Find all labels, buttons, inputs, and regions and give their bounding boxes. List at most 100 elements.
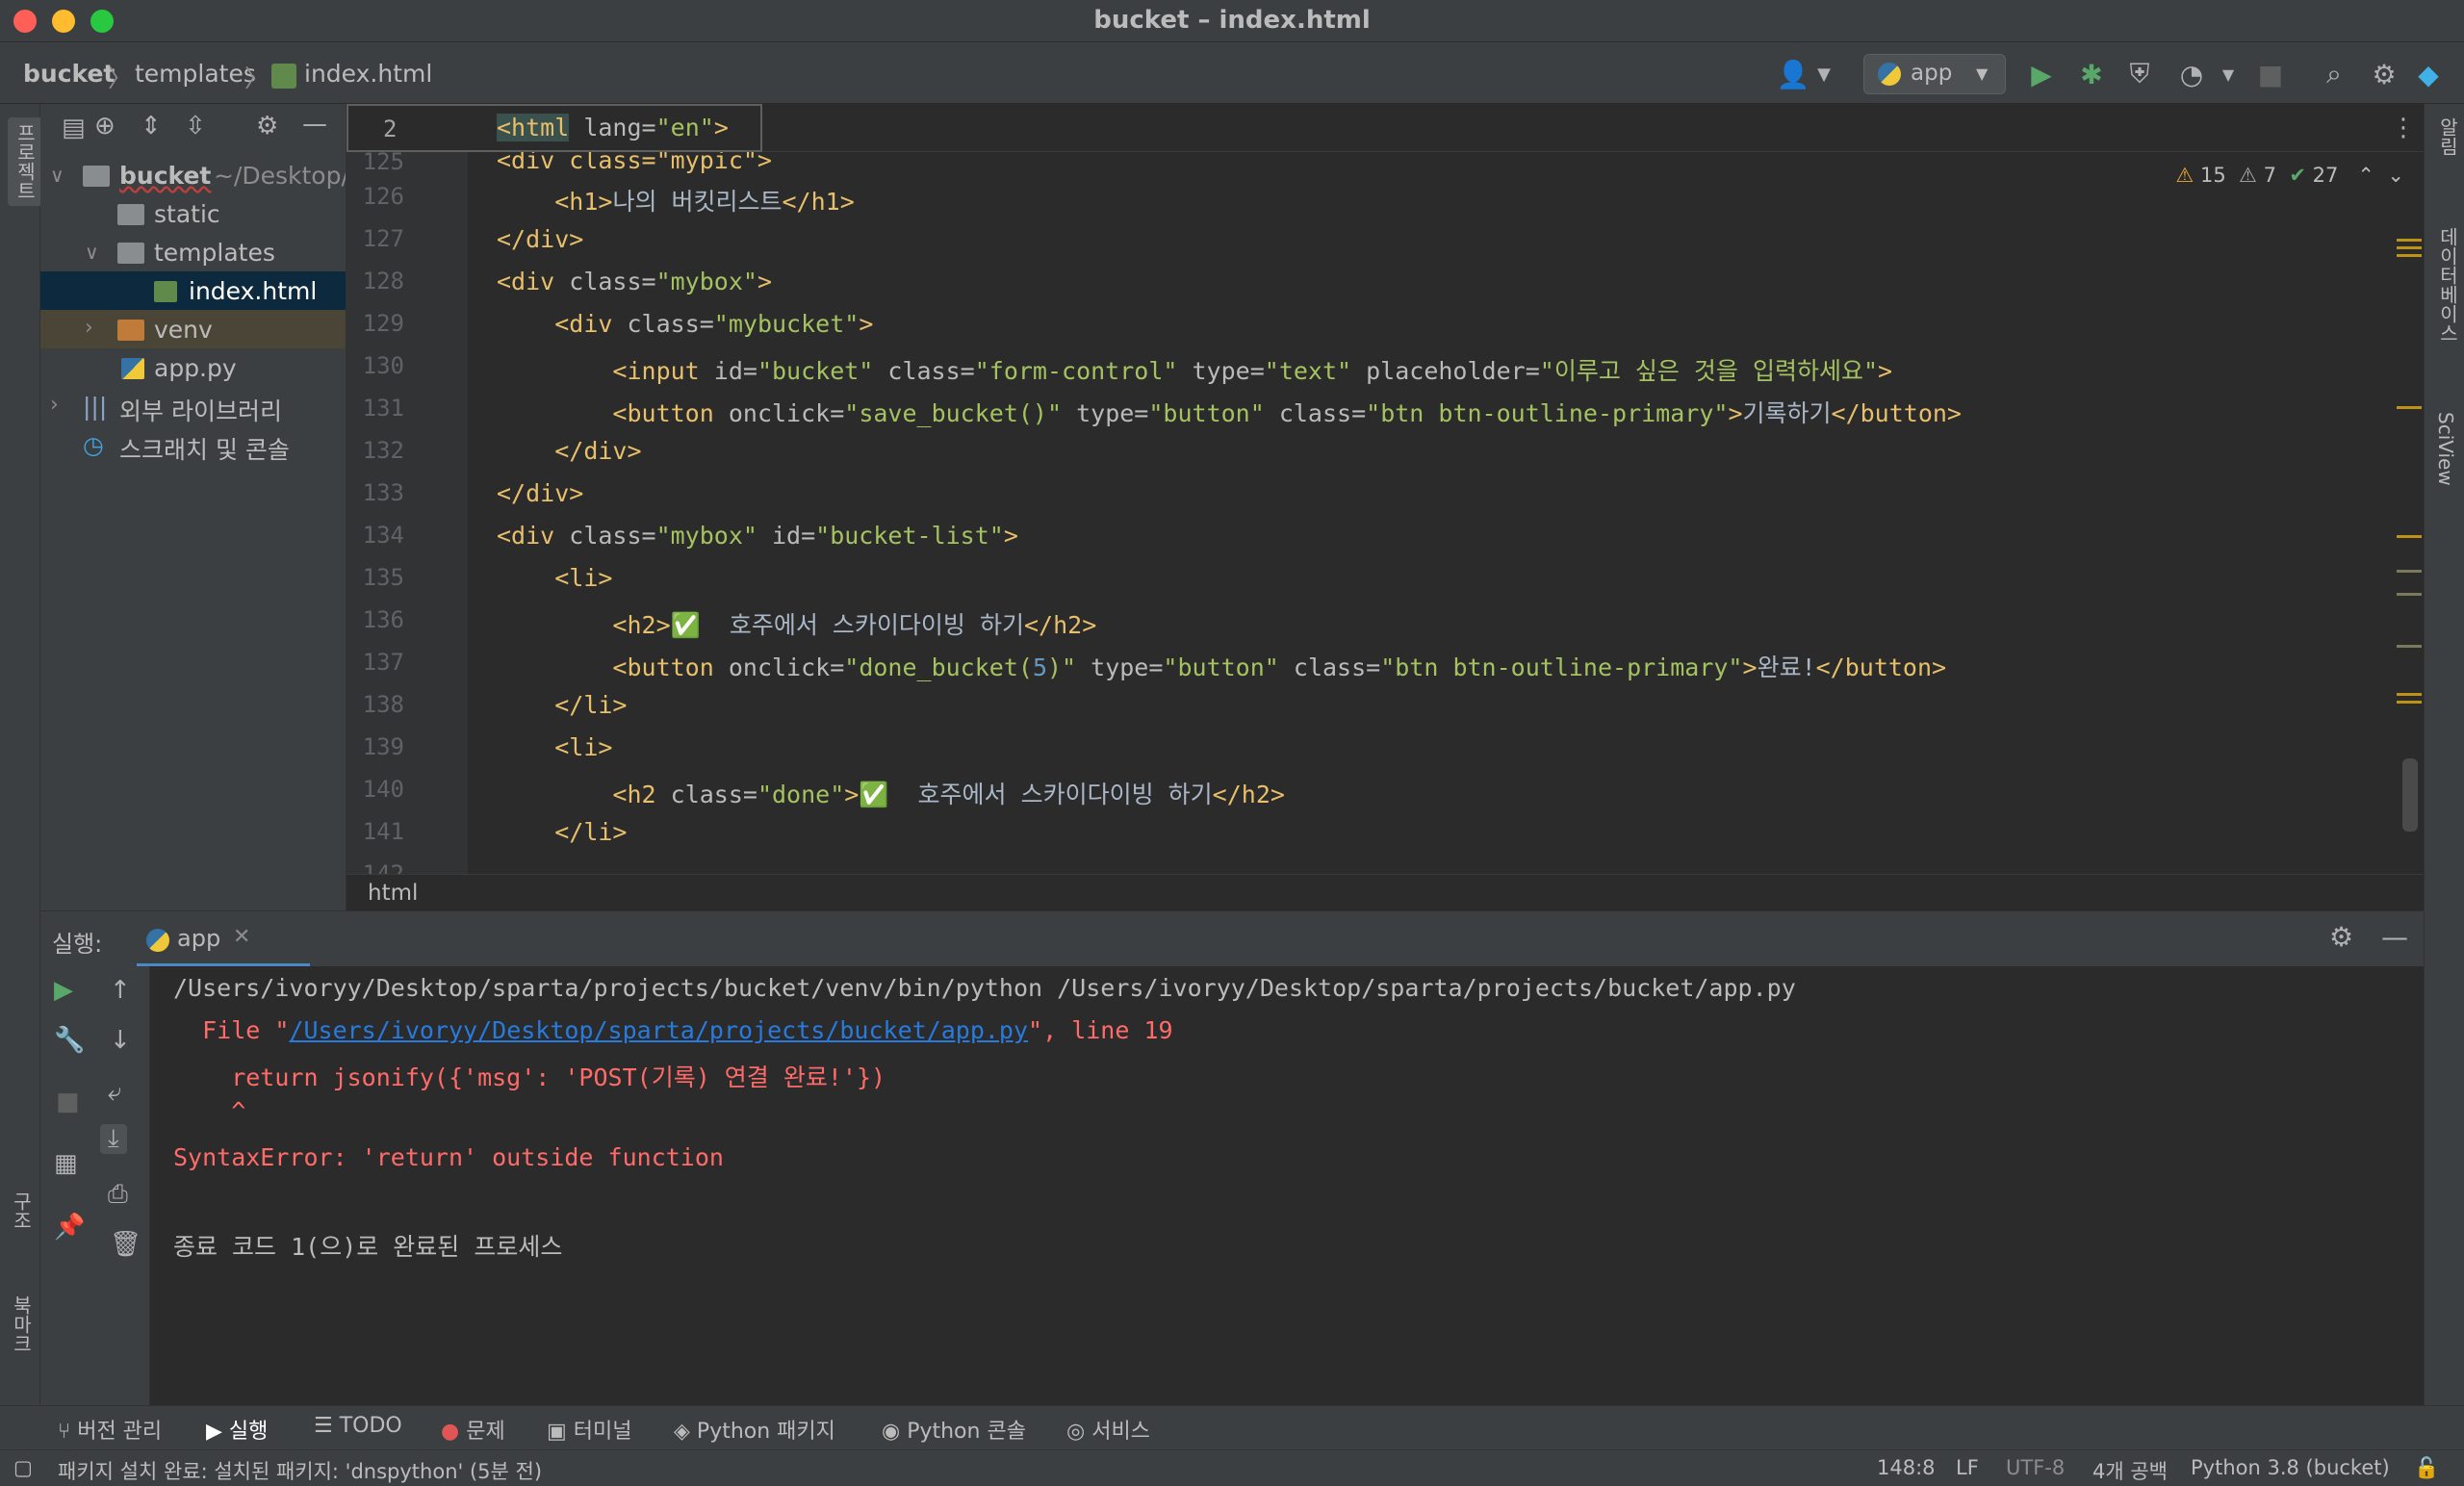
tab-python-packages[interactable]: ◈ Python 패키지: [674, 1414, 835, 1445]
tab-problems[interactable]: ● 문제: [441, 1414, 505, 1445]
notifications-tool-button[interactable]: 알림: [2434, 117, 2462, 156]
tab-version-control[interactable]: ⑂ 버전 관리: [58, 1414, 162, 1445]
close-icon[interactable]: ✕: [233, 925, 250, 949]
code-line[interactable]: <h2 class="done">✅ 호주에서 스카이다이빙 하기</h2>: [497, 776, 1285, 810]
code-line[interactable]: </div>: [497, 225, 583, 253]
hide-icon[interactable]: —: [302, 110, 327, 139]
locate-icon[interactable]: ⊕: [94, 112, 116, 141]
coverage-icon[interactable]: ⛨: [2123, 58, 2156, 90]
warning-marker[interactable]: [2397, 254, 2422, 257]
profile-icon[interactable]: ◔: [2175, 58, 2208, 90]
trash-icon[interactable]: 🗑: [110, 1230, 141, 1259]
chevron-right-icon[interactable]: ›: [85, 316, 93, 340]
jetbrains-ai-icon[interactable]: ◆: [2412, 58, 2445, 90]
tree-item-external-libraries[interactable]: › ||| 외부 라이브러리: [40, 387, 346, 425]
search-icon[interactable]: ⌕: [2318, 58, 2350, 90]
print-icon[interactable]: ⎙: [108, 1180, 128, 1210]
warning-marker[interactable]: [2397, 239, 2422, 242]
editor-scrollbar-thumb[interactable]: [2402, 758, 2418, 832]
code-line[interactable]: </li>: [497, 691, 627, 719]
code-line[interactable]: </div>: [497, 437, 641, 465]
up-arrow-icon[interactable]: ↑: [110, 976, 131, 1005]
soft-wrap-icon[interactable]: ⤶: [108, 1078, 122, 1108]
expand-all-icon[interactable]: ⇕: [141, 112, 162, 141]
weak-warning-marker[interactable]: [2397, 593, 2422, 596]
code-line[interactable]: <input id="bucket" class="form-control" …: [497, 352, 1892, 387]
hide-icon[interactable]: —: [2381, 921, 2408, 953]
code-line[interactable]: <li>: [497, 564, 612, 592]
tab-todo[interactable]: ☰ TODO: [314, 1414, 402, 1438]
gear-icon[interactable]: ⚙: [2368, 58, 2400, 90]
tree-item-scratches[interactable]: ◷ 스크래치 및 콘솔: [40, 425, 346, 464]
tree-item-app-py[interactable]: app.py: [40, 348, 346, 387]
python-interpreter[interactable]: Python 3.8 (bucket): [2191, 1456, 2390, 1479]
rerun-icon[interactable]: ▶: [54, 976, 73, 1005]
warning-marker[interactable]: [2397, 693, 2422, 696]
next-highlight-icon[interactable]: ⌄: [2387, 164, 2404, 187]
run-configuration-select[interactable]: app ▼: [1863, 54, 2006, 94]
code-line[interactable]: <div class="mybucket">: [497, 310, 873, 338]
code-line[interactable]: <h2>✅ 호주에서 스카이다이빙 하기</h2>: [497, 606, 1096, 641]
structure-tool-button[interactable]: 구조: [8, 1191, 36, 1230]
weak-warning-marker[interactable]: [2397, 645, 2422, 648]
run-icon[interactable]: ▶: [2025, 58, 2058, 90]
tree-item-index-html[interactable]: index.html: [40, 271, 346, 310]
status-panel-icon[interactable]: ▢: [13, 1456, 33, 1479]
pin-icon[interactable]: 📌: [54, 1213, 85, 1242]
more-icon[interactable]: ⋮: [2391, 114, 2416, 142]
down-arrow-icon[interactable]: ↓: [110, 1026, 131, 1055]
inspection-widget[interactable]: ⚠ 15 ⚠ 7 ✔ 27 ⌃ ⌄: [2176, 164, 2405, 187]
code-editor[interactable]: 125 126 127 128 129 130 131 132 133 134 …: [346, 104, 2424, 874]
status-message[interactable]: 패키지 설치 완료: 설치된 패키지: 'dnspython' (5분 전): [58, 1456, 542, 1485]
breadcrumb-tag[interactable]: html: [368, 881, 418, 906]
code-line[interactable]: </li>: [497, 818, 627, 846]
warning-marker[interactable]: [2397, 701, 2422, 704]
indent-setting[interactable]: 4개 공백: [2092, 1456, 2168, 1485]
tree-item-templates[interactable]: ∨ templates: [40, 233, 346, 271]
warning-marker[interactable]: [2397, 246, 2422, 249]
tab-services[interactable]: ◎ 서비스: [1066, 1414, 1150, 1445]
stop-icon[interactable]: ■: [56, 1088, 80, 1116]
tree-item-venv[interactable]: › venv: [40, 310, 346, 348]
chevron-right-icon[interactable]: ›: [50, 393, 59, 417]
code-line[interactable]: <h1>나의 버킷리스트</h1>: [497, 183, 855, 218]
file-encoding[interactable]: UTF-8: [2006, 1456, 2065, 1479]
collapse-all-icon[interactable]: ⇳: [185, 112, 206, 141]
user-icon[interactable]: 👤: [1777, 58, 1810, 90]
gear-icon[interactable]: ⚙: [256, 112, 278, 141]
sciview-tool-button[interactable]: SciView: [2434, 412, 2457, 486]
debug-icon[interactable]: ✱: [2075, 58, 2108, 90]
bookmarks-tool-button[interactable]: 북마크: [8, 1295, 36, 1353]
tab-run[interactable]: ▶ 실행: [206, 1414, 268, 1445]
lock-icon[interactable]: 🔓: [2414, 1456, 2439, 1480]
caret-position[interactable]: 148:8: [1877, 1456, 1936, 1479]
chevron-down-icon[interactable]: ▼: [2212, 58, 2245, 90]
tree-item-root[interactable]: ∨ bucket ~/Desktop/sparta/projects/bucke…: [40, 156, 346, 194]
scroll-to-end-icon[interactable]: ⤓: [100, 1124, 127, 1154]
code-line[interactable]: </div>: [497, 479, 583, 507]
code-line[interactable]: <button onclick="save_bucket()" type="bu…: [497, 395, 1962, 429]
console-file-link[interactable]: /Users/ivoryy/Desktop/sparta/projects/bu…: [289, 1016, 1028, 1044]
breadcrumb-file[interactable]: index.html: [304, 60, 432, 88]
sticky-line-header[interactable]: 2 <html lang="en"> ⋮: [346, 104, 2424, 152]
previous-highlight-icon[interactable]: ⌃: [2357, 164, 2374, 187]
run-tab-app[interactable]: app ✕: [137, 911, 310, 967]
code-line[interactable]: <div class="mybox">: [497, 268, 772, 295]
tab-python-console[interactable]: ◉ Python 콘솔: [882, 1414, 1026, 1445]
breadcrumb-folder[interactable]: templates: [135, 60, 256, 88]
wrench-icon[interactable]: 🔧: [54, 1026, 85, 1055]
line-separator[interactable]: LF: [1956, 1456, 1979, 1479]
warning-marker[interactable]: [2397, 406, 2422, 409]
tab-terminal[interactable]: ▣ 터미널: [547, 1414, 632, 1445]
warning-marker[interactable]: [2397, 535, 2422, 538]
chevron-down-icon[interactable]: ∨: [50, 164, 64, 187]
stop-icon[interactable]: ■: [2254, 58, 2287, 90]
project-view-icon[interactable]: ▤: [62, 114, 86, 142]
code-line[interactable]: <div class="mybox" id="bucket-list">: [497, 522, 1018, 550]
chevron-down-icon[interactable]: ∨: [85, 241, 99, 264]
code-line[interactable]: <button onclick="done_bucket(5)" type="b…: [497, 649, 1946, 683]
gear-icon[interactable]: ⚙: [2329, 921, 2353, 953]
project-tool-button[interactable]: 프로젝트: [8, 117, 43, 206]
run-console[interactable]: /Users/ivoryy/Desktop/sparta/projects/bu…: [150, 966, 2424, 1405]
chevron-down-icon[interactable]: ▼: [1808, 58, 1840, 90]
